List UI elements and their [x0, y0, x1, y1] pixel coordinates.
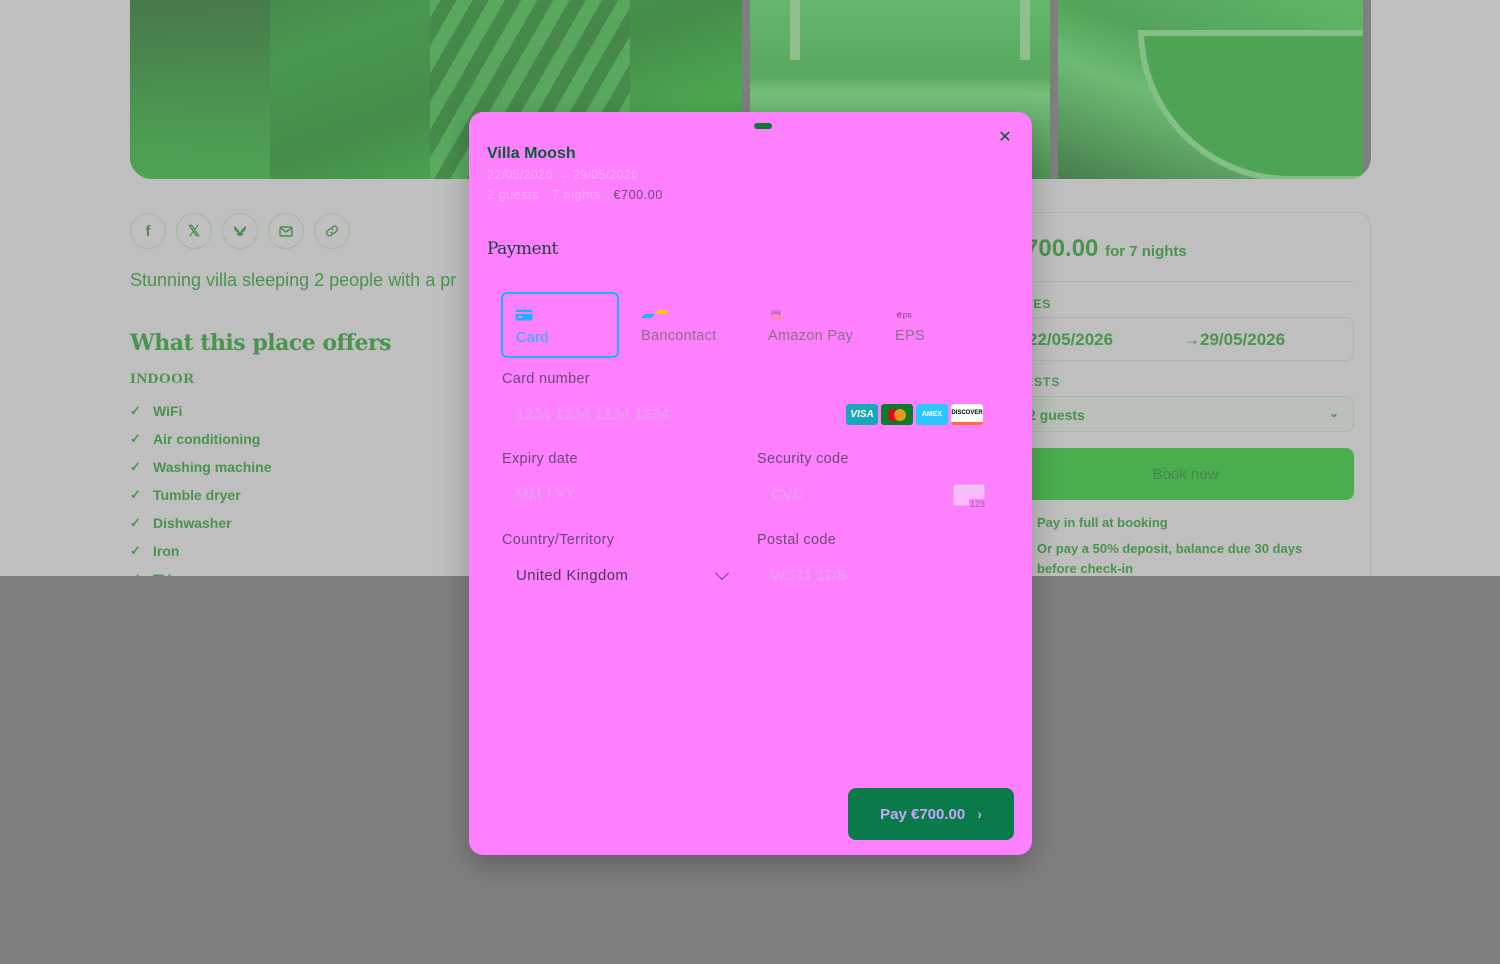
tab-card[interactable]: Card — [501, 292, 619, 358]
mastercard-icon — [881, 404, 913, 425]
expiry-input[interactable]: MM / YY — [502, 475, 742, 515]
eps-icon: e ps — [897, 308, 912, 319]
close-icon[interactable]: ✕ — [997, 130, 1013, 146]
svg-text:e: e — [897, 308, 902, 319]
security-code-label: Security code — [757, 451, 849, 467]
payment-heading: Payment — [487, 239, 558, 259]
card-number-label: Card number — [502, 371, 590, 387]
expiry-label: Expiry date — [502, 451, 578, 467]
country-select[interactable]: United Kingdom — [502, 556, 742, 596]
visa-icon: VISA — [846, 404, 878, 425]
pay-button[interactable]: Pay €700.00 › — [848, 788, 1014, 840]
country-label: Country/Territory — [502, 532, 615, 548]
property-title: Villa Moosh — [487, 145, 576, 162]
card-icon — [515, 309, 533, 321]
booking-date-range: 22/05/2026 → 29/05/2026 — [487, 168, 639, 182]
postal-code-input[interactable]: WS11 1DB — [757, 556, 999, 596]
postal-code-label: Postal code — [757, 532, 837, 548]
tab-amazon-pay[interactable]: pay Amazon Pay — [755, 292, 873, 358]
payment-modal: ✕ Villa Moosh 22/05/2026 → 29/05/2026 2 … — [469, 112, 1032, 855]
tab-eps[interactable]: e ps EPS — [882, 292, 1000, 358]
card-brand-logos: VISA AMEX DISCOVER — [846, 404, 983, 425]
svg-text:ps: ps — [903, 309, 912, 319]
amazon-pay-icon: pay — [771, 310, 786, 319]
amex-icon: AMEX — [916, 404, 948, 425]
chevron-right-icon: › — [977, 806, 982, 822]
drag-handle[interactable] — [754, 123, 772, 129]
discover-icon: DISCOVER — [951, 404, 983, 425]
booking-total: €700.00 — [613, 188, 663, 202]
svg-text:pay: pay — [771, 310, 781, 316]
booking-summary: 2 guests · 7 nights · €700.00 — [487, 188, 663, 202]
cvc-card-icon: 123 — [953, 484, 986, 509]
tab-bancontact[interactable]: Bancontact — [628, 292, 746, 358]
bancontact-icon — [641, 310, 669, 318]
